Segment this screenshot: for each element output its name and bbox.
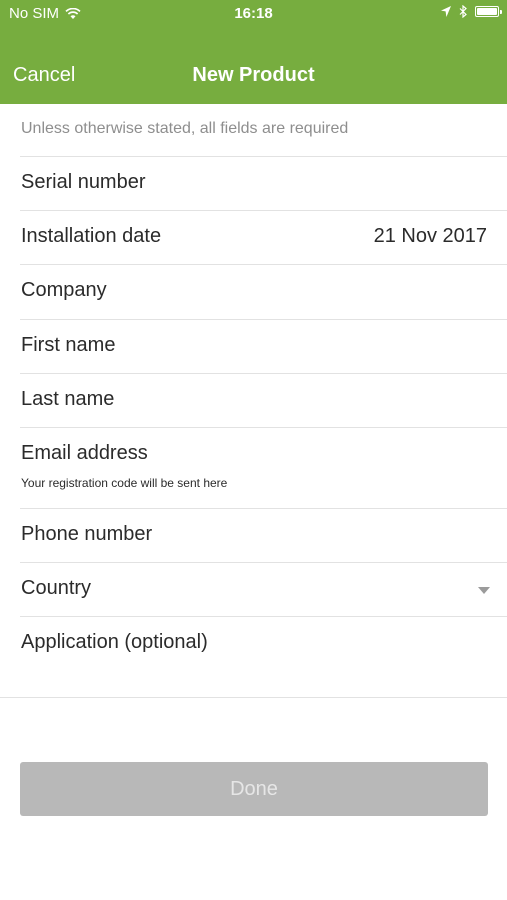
- bluetooth-icon: [459, 5, 467, 18]
- field-label: Country: [21, 577, 92, 599]
- first-name-field[interactable]: First name: [0, 320, 507, 374]
- app-header: No SIM 16:18 Cancel New Product: [0, 0, 507, 104]
- email-address-field[interactable]: Email address Your registration code wil…: [0, 428, 507, 508]
- nav-bar: Cancel New Product: [0, 48, 507, 104]
- status-icons: [441, 5, 502, 18]
- installation-date-value: 21 Nov 2017: [373, 225, 487, 247]
- field-label: Application (optional): [21, 631, 208, 653]
- page-title: New Product: [192, 64, 315, 86]
- chevron-down-icon: [478, 587, 490, 594]
- phone-number-field[interactable]: Phone number: [0, 509, 507, 563]
- serial-number-field[interactable]: Serial number: [0, 157, 507, 211]
- company-field[interactable]: Company: [0, 265, 507, 319]
- last-name-field[interactable]: Last name: [0, 374, 507, 428]
- field-label: Company: [21, 279, 107, 301]
- field-label: Email address: [21, 442, 148, 464]
- field-label: Phone number: [21, 523, 153, 545]
- application-field[interactable]: Application (optional): [0, 617, 507, 671]
- required-notice: Unless otherwise stated, all fields are …: [21, 120, 349, 137]
- divider: [0, 697, 507, 698]
- location-arrow-icon: [441, 6, 451, 17]
- status-time: 16:18: [234, 5, 273, 22]
- installation-date-field[interactable]: Installation date 21 Nov 2017: [0, 211, 507, 265]
- status-bar: No SIM 16:18: [0, 0, 507, 30]
- done-button[interactable]: Done: [20, 762, 488, 816]
- battery-icon: [475, 6, 502, 17]
- field-label: Serial number: [21, 171, 146, 193]
- email-hint: Your registration code will be sent here: [21, 476, 228, 490]
- field-label: First name: [21, 334, 116, 356]
- country-select[interactable]: Country: [0, 563, 507, 617]
- field-label: Last name: [21, 388, 115, 410]
- field-label: Installation date: [21, 225, 162, 247]
